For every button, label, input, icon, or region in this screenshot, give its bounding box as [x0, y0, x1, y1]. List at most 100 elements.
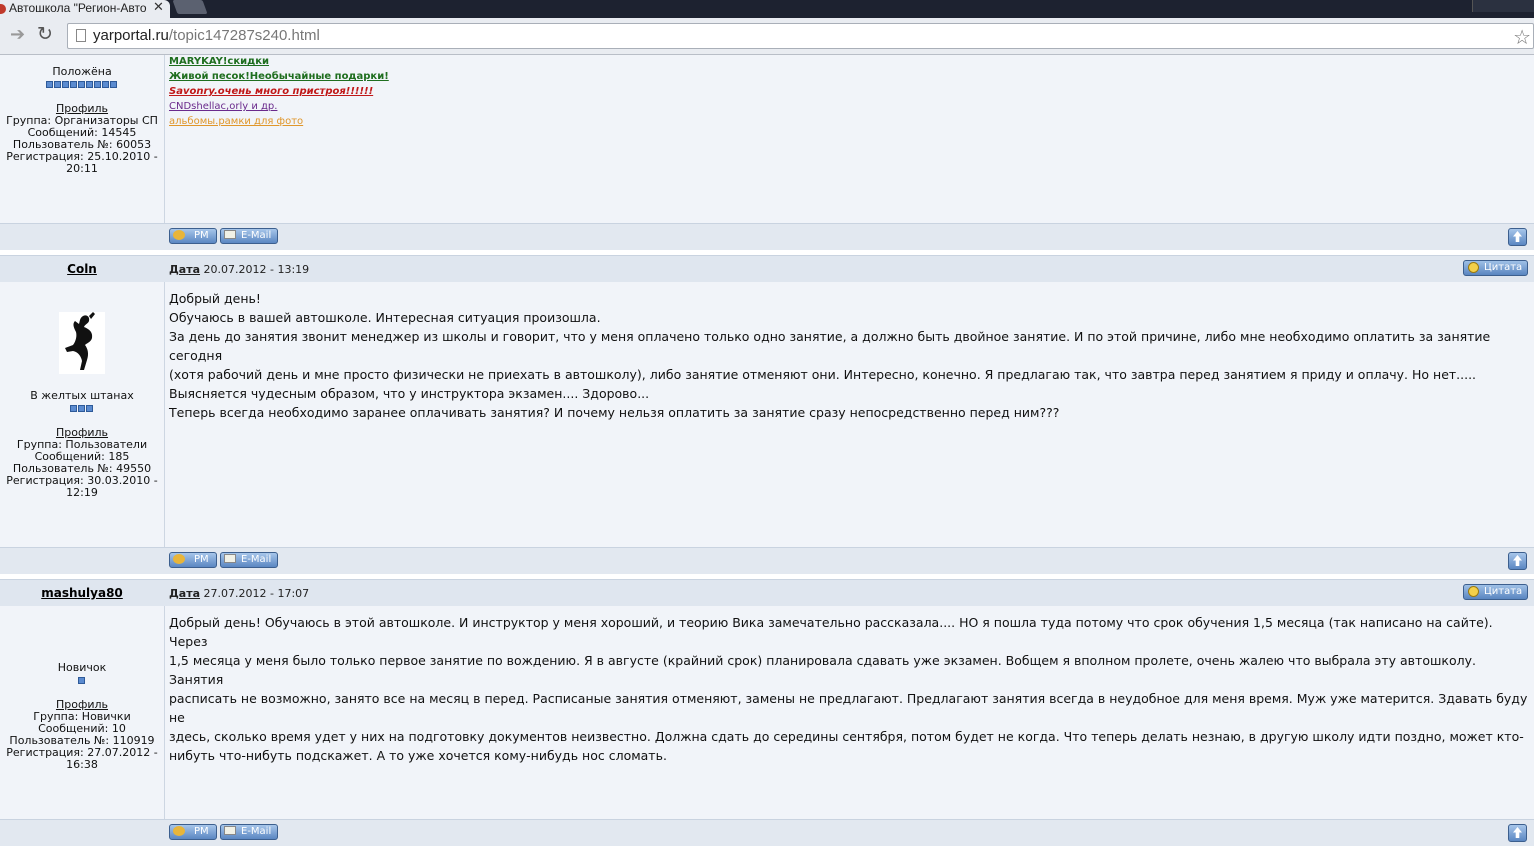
user-info-top: Положёна Профиль Группа: Организаторы СП… [0, 66, 164, 175]
signature: MARYKAY!скидки Живой песок!Необычайные п… [169, 54, 389, 129]
email-button[interactable]: E-Mail [220, 824, 278, 840]
date-value: 27.07.2012 - 17:07 [203, 587, 310, 600]
rank-pip [70, 81, 77, 88]
users-icon [173, 230, 185, 240]
user-rank: Положёна [52, 65, 112, 78]
date-value: 20.07.2012 - 13:19 [203, 263, 310, 276]
pm-label: PM [194, 826, 209, 837]
rank-pips [78, 675, 86, 684]
envelope-icon [224, 230, 236, 239]
pm-button[interactable]: PM [169, 824, 217, 840]
rank-pip [78, 405, 85, 412]
user-info: В желтых штанах Профиль Группа: Пользова… [0, 390, 164, 499]
post-header: Coln Дата 20.07.2012 - 13:19 Цитата [0, 255, 1534, 282]
email-button[interactable]: E-Mail [220, 552, 278, 568]
email-button[interactable]: E-Mail [220, 228, 278, 244]
post-text: Добрый день! Обучаюсь в этой автошколе. … [169, 613, 1529, 765]
rank-pip [102, 81, 109, 88]
post-line: здесь, сколько время удет у них на подго… [169, 729, 1524, 744]
speech-bubble-icon [1468, 262, 1479, 273]
rank-pip [62, 81, 69, 88]
scroll-top-button[interactable] [1508, 552, 1527, 570]
forum-page: Положёна Профиль Группа: Организаторы СП… [0, 54, 1534, 846]
bookmark-star-icon[interactable]: ☆ [1513, 25, 1531, 49]
author-name[interactable]: Coln [0, 262, 164, 276]
user-registration-time: 20:11 [66, 162, 98, 175]
signature-link[interactable]: Savonry.очень много пристроя!!!!!! [169, 84, 389, 99]
tab-strip: Автошкола "Регион-Авто ✕ [0, 0, 1534, 18]
page-icon [76, 29, 86, 42]
browser-tab[interactable]: Автошкола "Регион-Авто ✕ [0, 0, 170, 18]
pm-label: PM [194, 230, 209, 241]
browser-toolbar: ➔ ↻ yarportal.ru/topic147287s240.html ☆ [0, 18, 1534, 55]
rank-pip [110, 81, 117, 88]
post-line: (хотя рабочий день и мне просто физическ… [169, 367, 1477, 382]
post-line: Теперь всегда необходимо заранее оплачив… [169, 405, 1060, 420]
arrow-up-icon [1513, 827, 1522, 838]
rank-pip [86, 81, 93, 88]
rank-pip [46, 81, 53, 88]
speech-bubble-icon [1468, 586, 1479, 597]
quote-button[interactable]: Цитата [1463, 260, 1528, 276]
author-name[interactable]: mashulya80 [0, 586, 164, 600]
post-line: За день до занятия звонит менеджер из шк… [169, 329, 1491, 363]
arrow-up-icon [1513, 231, 1522, 242]
quote-label: Цитата [1484, 262, 1523, 273]
date-label: Дата [169, 263, 201, 276]
post-line: 1,5 месяца у меня было только первое зан… [169, 653, 1476, 687]
address-bar[interactable]: yarportal.ru/topic147287s240.html ☆ [67, 23, 1534, 49]
envelope-icon [224, 554, 236, 563]
rank-pip [54, 81, 61, 88]
user-rank: Новичок [57, 661, 107, 674]
user-registration-time: 16:38 [66, 758, 98, 771]
users-icon [173, 554, 185, 564]
rank-pip [94, 81, 101, 88]
date-label: Дата [169, 587, 201, 600]
post-line: Обучаюсь в вашей автошколе. Интересная с… [169, 310, 601, 325]
url-text[interactable]: yarportal.ru/topic147287s240.html [93, 27, 320, 44]
post-header: mashulya80 Дата 27.07.2012 - 17:07 Цитат… [0, 579, 1534, 606]
new-tab-button[interactable] [172, 0, 208, 14]
forward-icon[interactable]: ➔ [10, 24, 25, 45]
user-registration-time: 12:19 [66, 486, 98, 499]
pm-label: PM [194, 554, 209, 565]
quote-label: Цитата [1484, 586, 1523, 597]
rank-pips [46, 79, 118, 88]
reload-icon[interactable]: ↻ [37, 23, 53, 45]
post-footer: PM E-Mail [0, 223, 1534, 250]
scroll-top-button[interactable] [1508, 824, 1527, 842]
user-info: Новичок Профиль Группа: Новички Сообщени… [0, 662, 164, 771]
signature-link[interactable]: альбомы.рамки для фото [169, 114, 389, 129]
url-path: /topic147287s240.html [168, 27, 320, 44]
rank-pip [78, 677, 85, 684]
email-label: E-Mail [241, 826, 272, 837]
window-controls[interactable] [1472, 0, 1534, 12]
arrow-up-icon [1513, 555, 1522, 566]
rank-pips [70, 403, 94, 412]
email-label: E-Mail [241, 554, 272, 565]
pm-button[interactable]: PM [169, 228, 217, 244]
close-tab-icon[interactable]: ✕ [153, 0, 164, 15]
post-date: Дата 20.07.2012 - 13:19 [169, 263, 309, 276]
post-footer: PM E-Mail [0, 819, 1534, 846]
quote-button[interactable]: Цитата [1463, 584, 1528, 600]
user-rank: В желтых штанах [30, 389, 134, 402]
post-date: Дата 27.07.2012 - 17:07 [169, 587, 309, 600]
email-label: E-Mail [241, 230, 272, 241]
signature-link[interactable]: MARYKAY!скидки [169, 54, 389, 69]
url-host: yarportal.ru [93, 27, 169, 44]
avatar [59, 312, 105, 374]
rank-pip [70, 405, 77, 412]
post-line: Добрый день! [169, 291, 261, 306]
scroll-top-button[interactable] [1508, 228, 1527, 246]
rank-pip [86, 405, 93, 412]
post-footer: PM E-Mail [0, 547, 1534, 574]
post-line: расписать не возможно, занято все на мес… [169, 691, 1528, 725]
pm-button[interactable]: PM [169, 552, 217, 568]
signature-link[interactable]: Живой песок!Необычайные подарки! [169, 69, 389, 84]
tab-title: Автошкола "Регион-Авто [9, 1, 147, 15]
signature-link[interactable]: CNDshellac,orly и др. [169, 99, 389, 114]
post-line: нибуть что-нибуть подскажет. А то уже хо… [169, 748, 667, 763]
post-line: Выясняется чудесным образом, что у инстр… [169, 386, 650, 401]
post-text: Добрый день! Обучаюсь в вашей автошколе.… [169, 289, 1529, 422]
